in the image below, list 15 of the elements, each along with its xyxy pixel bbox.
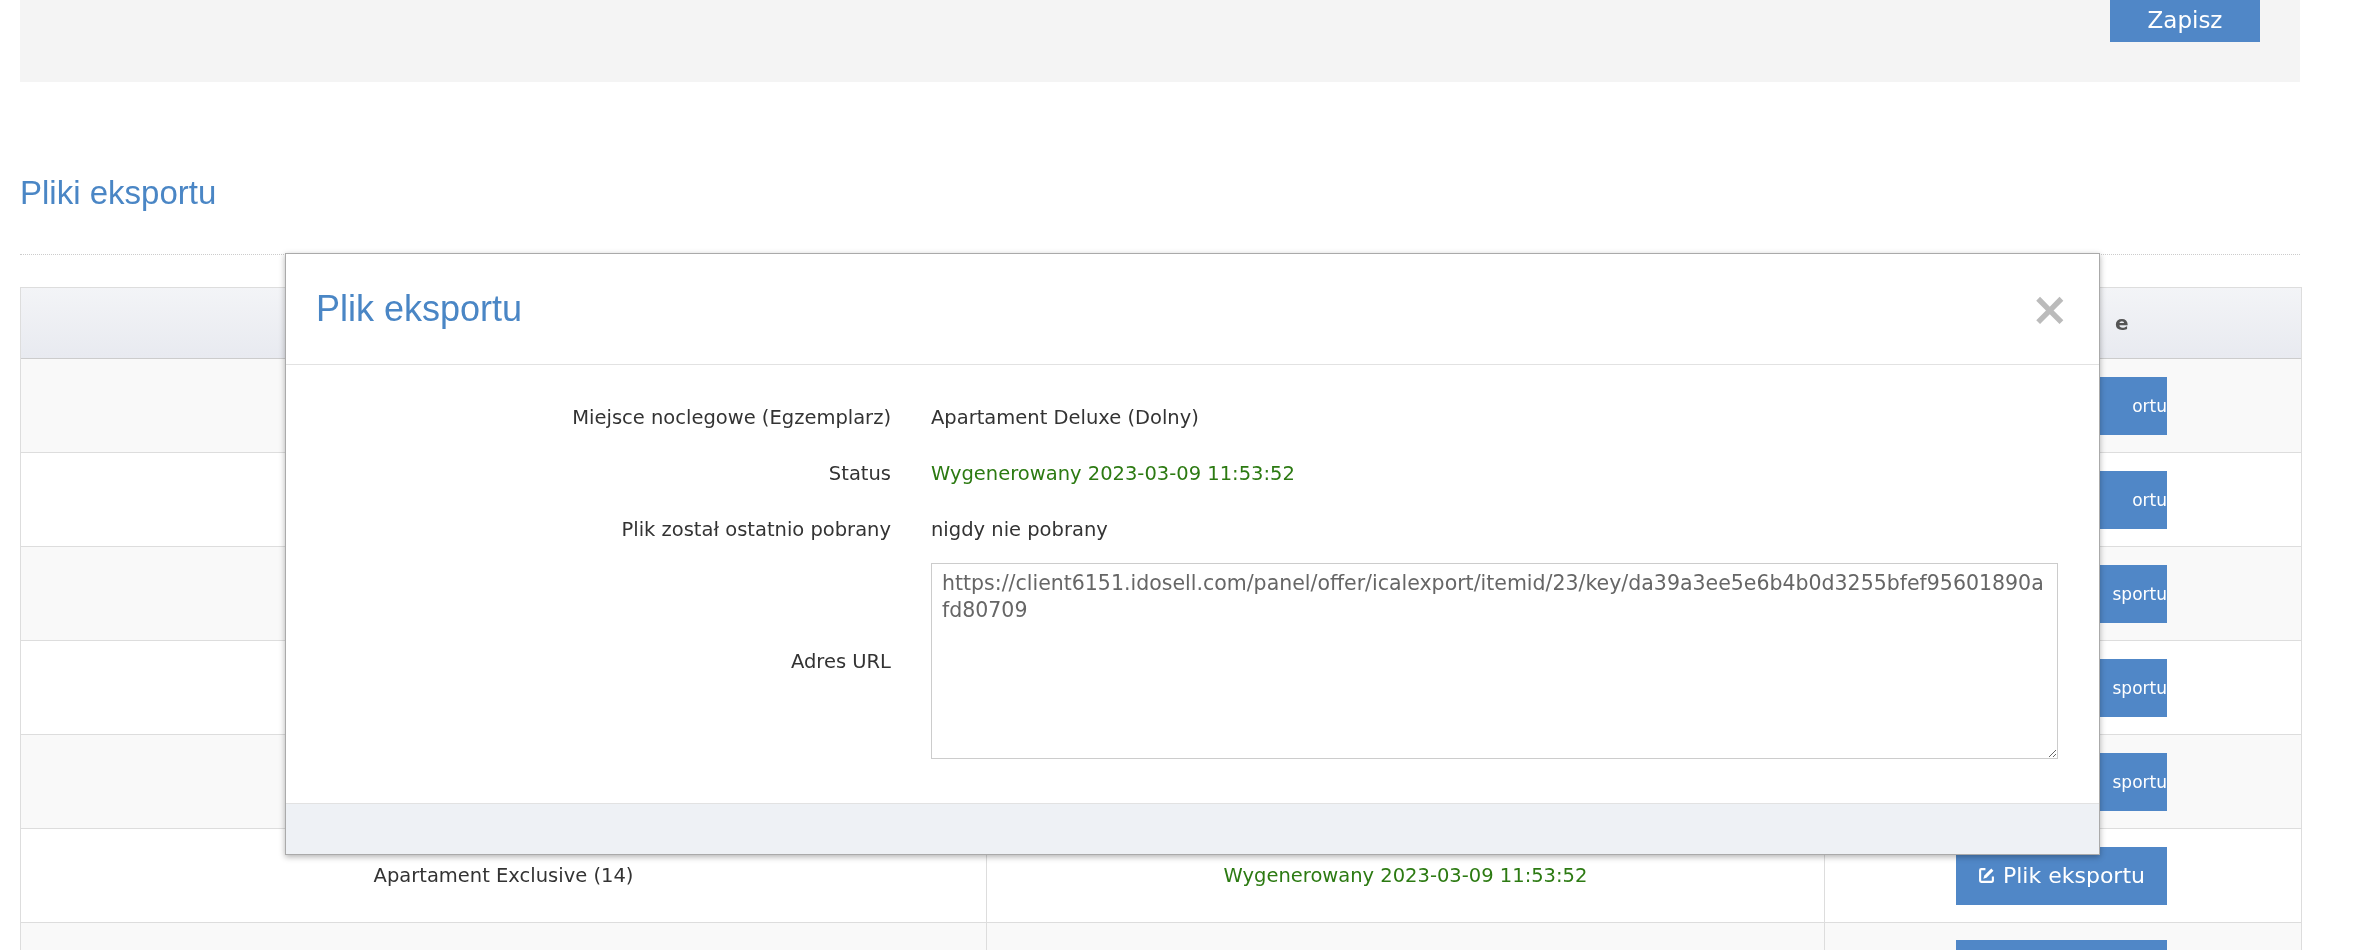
column-header: e: [2115, 311, 2129, 335]
url-field[interactable]: https://client6151.idosell.com/panel/offer/icalexport/itemid/23/key/da39a3ee5e6b4b0d3255bfef95601890afd80709: [931, 563, 2058, 759]
status-text: Wygenerowany 2023-03-09 11:53:52: [931, 461, 1295, 485]
save-button[interactable]: Zapisz: [2110, 0, 2260, 42]
field-value: nigdy nie pobrany: [931, 517, 1108, 541]
table-cell: Apartament Exclusive (14): [373, 864, 634, 887]
field-label: Status: [827, 461, 891, 485]
field-value: Apartament Deluxe (Dolny): [931, 405, 1199, 429]
section-title: Pliki eksportu: [20, 174, 218, 213]
close-button[interactable]: ×: [2030, 286, 2069, 332]
field-label: Adres URL: [790, 649, 891, 673]
field-label: Miejsce noclegowe (Egzemplarz): [571, 405, 891, 429]
modal-title: Plik eksportu: [316, 288, 523, 330]
field-label: Plik został ostatnio pobrany: [620, 517, 891, 541]
status-text: Wygenerowany 2023-03-09 11:53:52: [1223, 864, 1588, 887]
